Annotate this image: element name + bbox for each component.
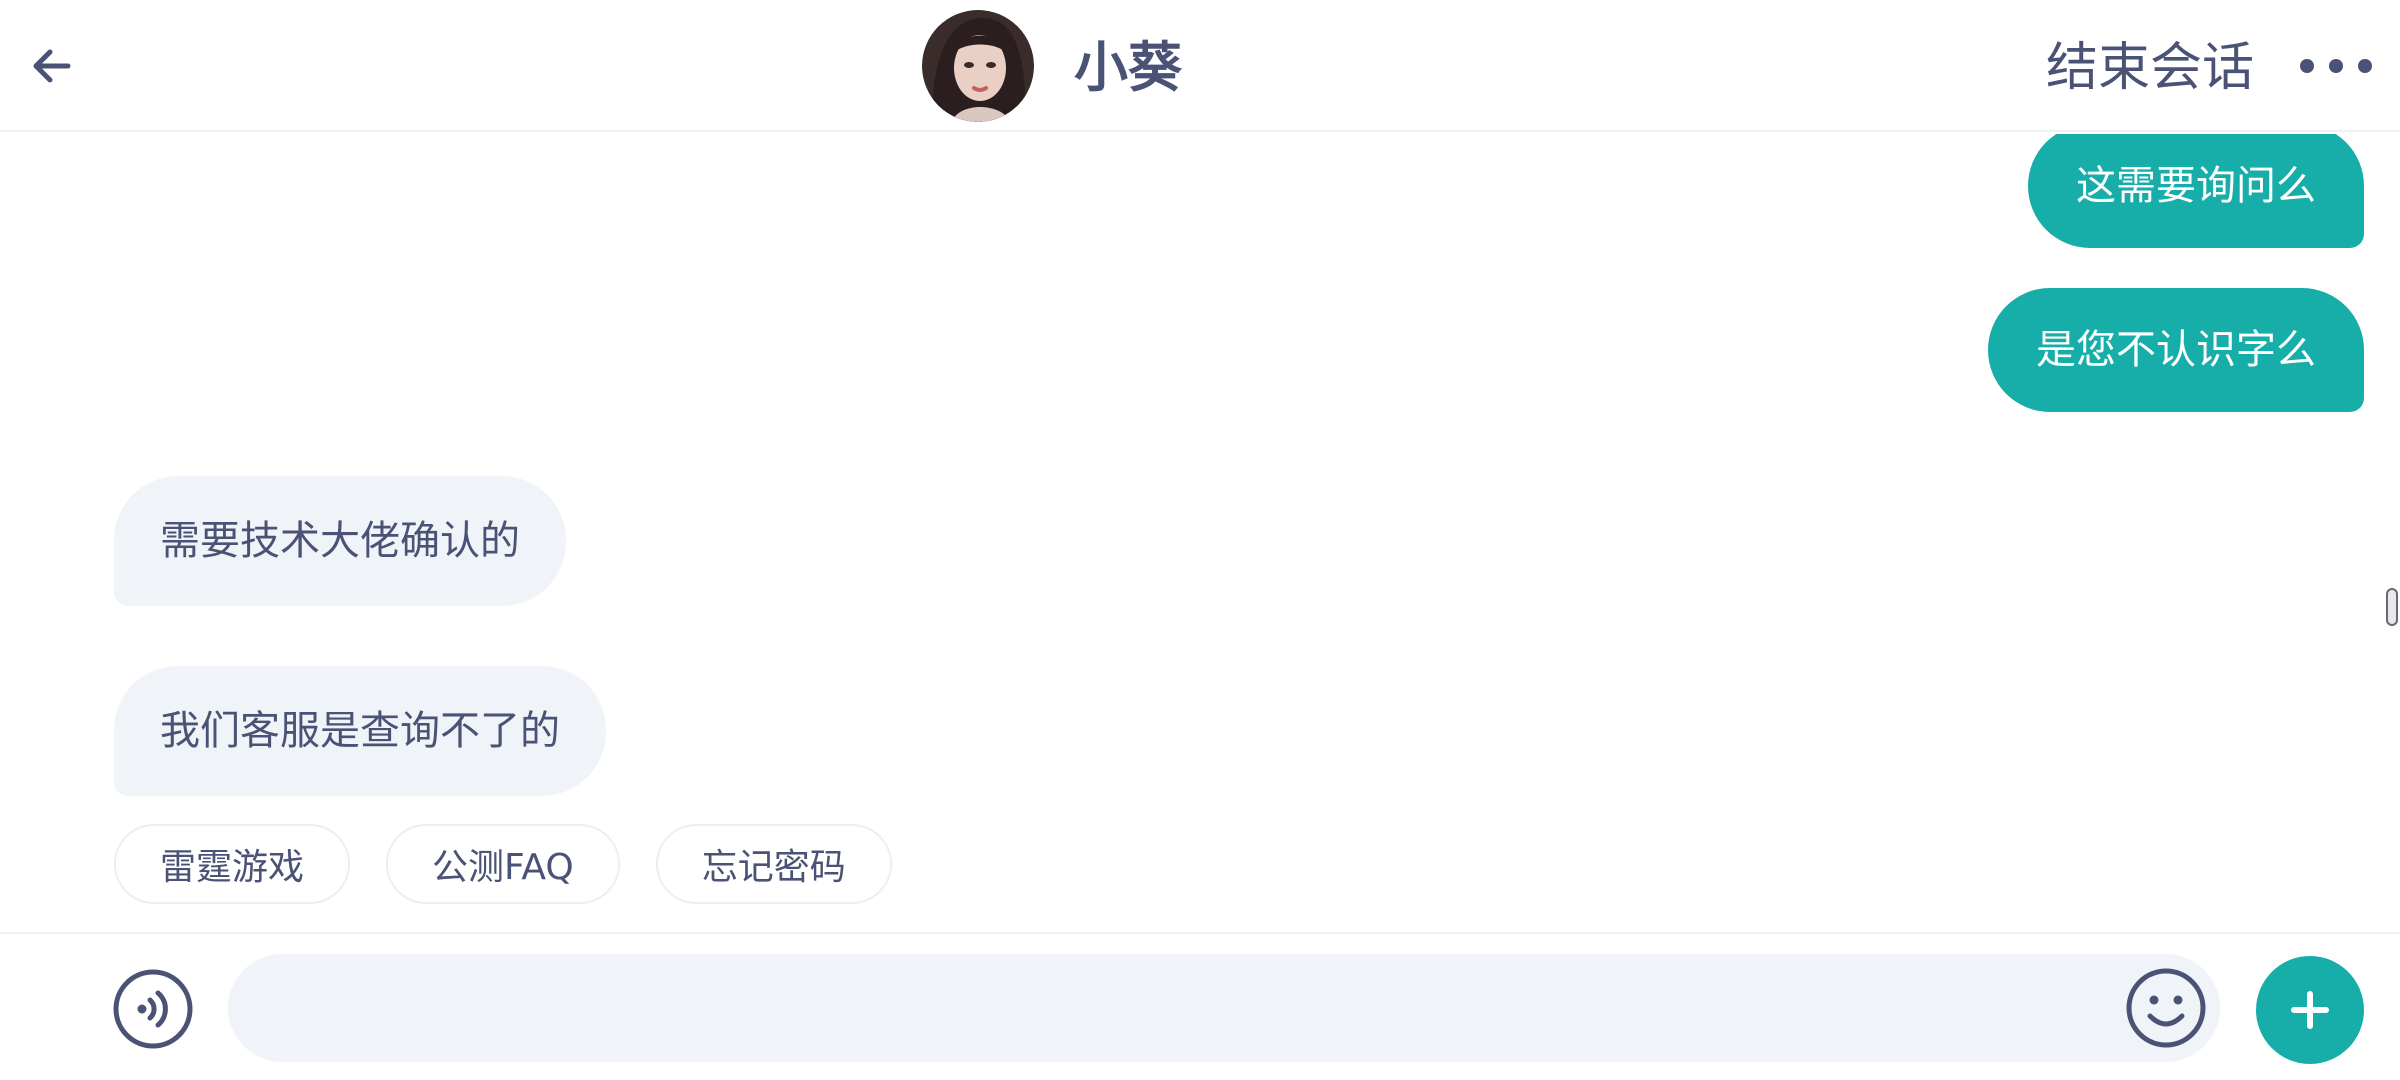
message-incoming[interactable]: 我们客服是查询不了的	[114, 666, 606, 796]
more-actions-button[interactable]	[2256, 956, 2364, 1064]
message-text: 这需要询问么	[2076, 163, 2316, 209]
message-outgoing[interactable]: 这需要询问么	[2028, 134, 2364, 248]
voice-icon	[113, 969, 193, 1049]
plus-icon	[2291, 991, 2329, 1029]
agent-avatar[interactable]	[922, 10, 1034, 122]
message-input[interactable]	[228, 954, 2220, 1062]
scrollbar-thumb[interactable]	[2386, 588, 2398, 626]
message-list[interactable]: 这需要询问么 是您不认识字么 需要技术大佬确认的 我们客服是查询不了的	[0, 134, 2400, 932]
emoji-button[interactable]	[2124, 966, 2208, 1050]
arrow-left-icon	[33, 49, 71, 83]
message-incoming[interactable]: 需要技术大佬确认的	[114, 476, 566, 606]
voice-button[interactable]	[112, 968, 194, 1050]
input-bar	[0, 932, 2400, 1080]
emoji-icon	[2126, 968, 2206, 1048]
message-text: 是您不认识字么	[2036, 327, 2316, 373]
message-text: 我们客服是查询不了的	[160, 708, 560, 754]
end-session-button[interactable]: 结束会话	[2046, 30, 2254, 106]
message-text: 需要技术大佬确认的	[160, 518, 520, 564]
quick-reply-chip[interactable]: 忘记密码	[655, 824, 892, 904]
more-horizontal-icon	[2300, 59, 2314, 73]
quick-reply-chip[interactable]: 公测FAQ	[386, 824, 620, 904]
message-outgoing[interactable]: 是您不认识字么	[1988, 288, 2364, 412]
chat-header: 小葵 结束会话	[0, 0, 2400, 132]
quick-reply-chip[interactable]: 雷霆游戏	[114, 824, 351, 904]
quick-replies: 雷霆游戏 公测FAQ 忘记密码	[114, 824, 892, 904]
more-button[interactable]	[2300, 46, 2372, 86]
agent-name: 小葵	[1074, 36, 1182, 99]
back-button[interactable]	[22, 36, 82, 96]
